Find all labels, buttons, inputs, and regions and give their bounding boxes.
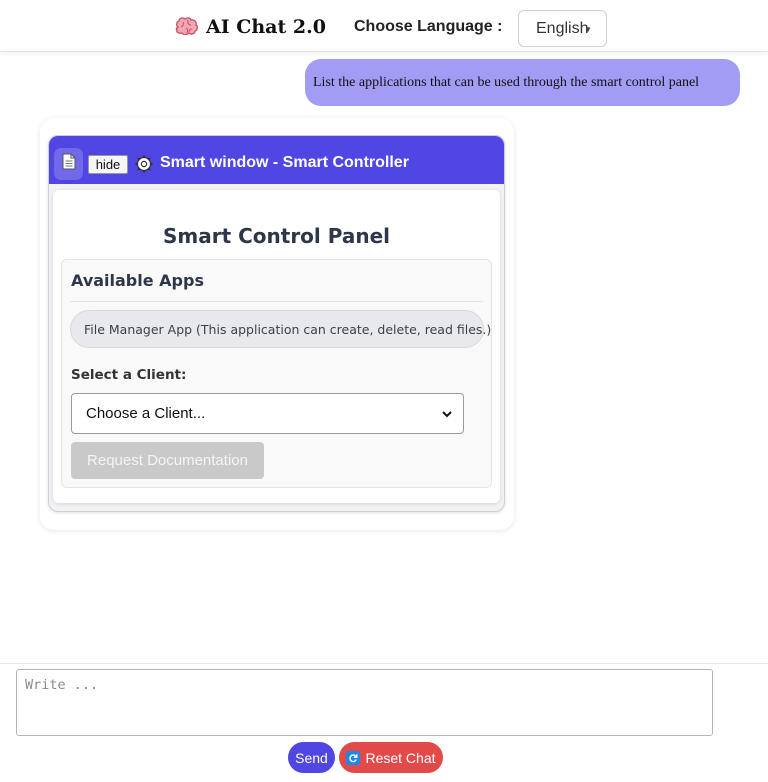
control-panel-title: Smart Control Panel [162, 224, 391, 248]
available-apps-section: Available Apps File Manager App (This ap… [61, 259, 492, 488]
available-apps-heading: Available Apps [71, 271, 204, 290]
message-input[interactable] [16, 669, 713, 736]
reset-chat-label: Reset Chat [365, 749, 436, 766]
app-item-file-manager[interactable]: File Manager App (This application can c… [70, 310, 491, 348]
divider [70, 301, 483, 302]
reset-chat-button[interactable]: Reset Chat [339, 742, 443, 773]
smart-window-title: Smart window - Smart Controller [160, 154, 409, 171]
client-select[interactable]: Choose a Client... [71, 393, 464, 434]
language-label: Choose Language : [354, 18, 503, 35]
language-select[interactable]: English ▼ [518, 10, 607, 47]
request-documentation-button[interactable]: Request Documentation [71, 442, 264, 479]
caret-down-icon: ▼ [584, 25, 592, 34]
refresh-icon [346, 750, 361, 765]
language-selected-value: English [536, 19, 589, 37]
divider [0, 663, 768, 664]
user-message: List the applications that can be used t… [305, 59, 740, 106]
client-label: Select a Client: [71, 367, 187, 383]
hide-button[interactable]: hide [88, 155, 128, 174]
user-message-text: List the applications that can be used t… [313, 74, 700, 90]
app-title: AI Chat 2.0 [206, 16, 326, 38]
gear-icon [134, 154, 154, 174]
top-bar: AI Chat 2.0 Choose Language : English ▼ [0, 0, 768, 52]
smart-window: hide Smart window - Smart Controller Sma… [48, 135, 505, 512]
chevron-down-icon [441, 407, 453, 419]
document-button[interactable] [54, 148, 83, 180]
app-item-label: File Manager App (This application can c… [84, 321, 492, 337]
control-panel: Smart Control Panel Available Apps File … [53, 190, 500, 503]
assistant-message: hide Smart window - Smart Controller Sma… [40, 118, 514, 530]
document-icon [62, 153, 76, 175]
client-selected-value: Choose a Client... [86, 405, 206, 422]
smart-window-header: hide Smart window - Smart Controller [49, 136, 504, 184]
send-button[interactable]: Send [288, 742, 335, 773]
app-brand: AI Chat 2.0 [174, 14, 326, 40]
brain-icon [174, 16, 200, 38]
